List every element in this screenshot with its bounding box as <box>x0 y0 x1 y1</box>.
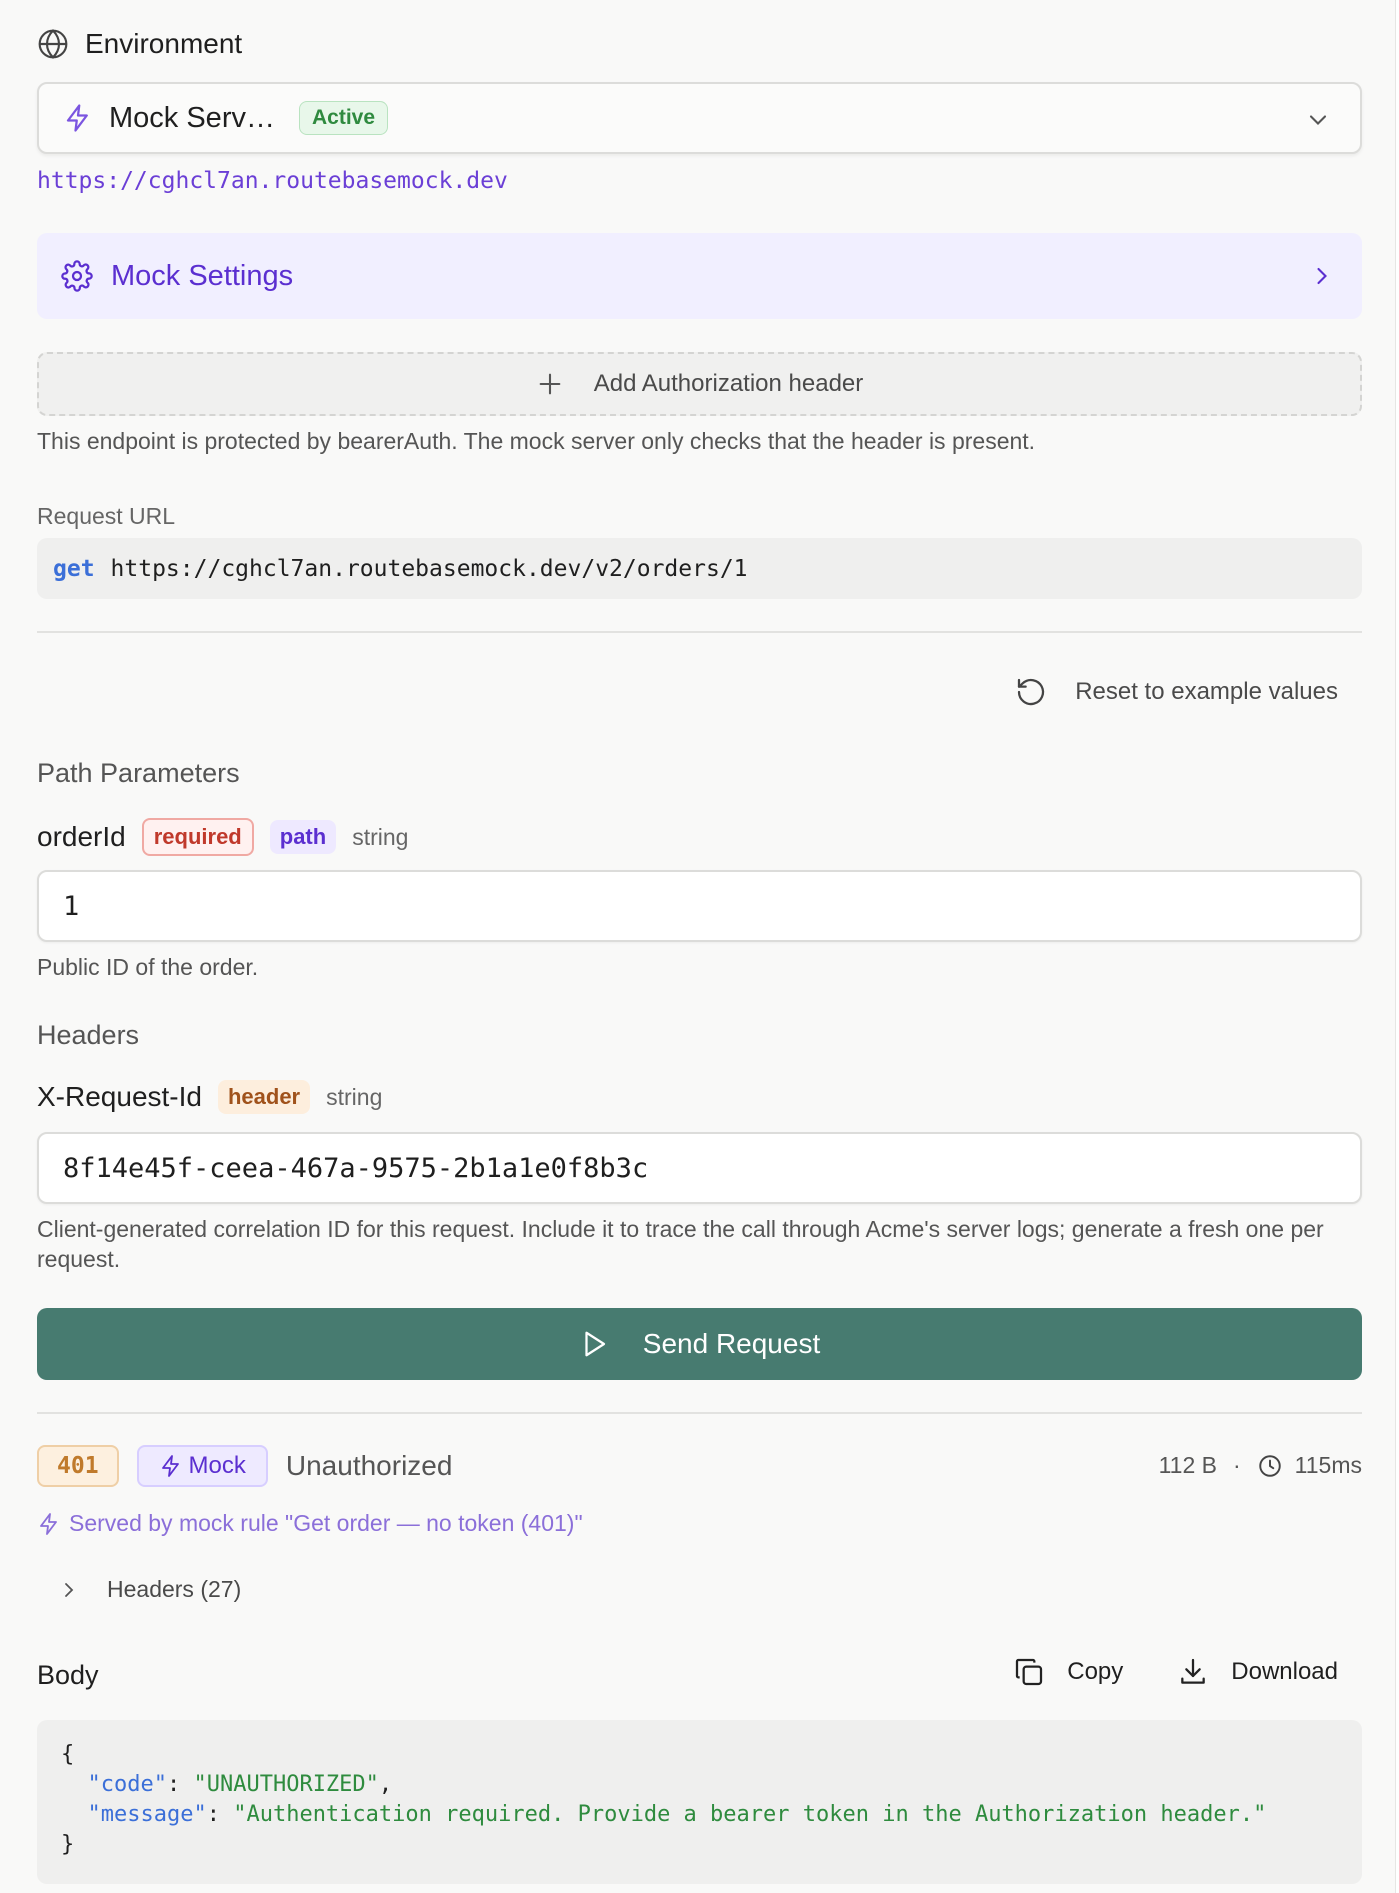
body-title: Body <box>37 1660 99 1690</box>
orderid-description: Public ID of the order. <box>37 954 259 980</box>
mock-badge-label: Mock <box>188 1452 246 1479</box>
headers-title: Headers <box>37 1020 140 1050</box>
body-actions: Copy Download <box>1013 1656 1338 1688</box>
environment-heading: Environment <box>37 28 242 60</box>
orderid-input[interactable]: 1 <box>37 870 1362 942</box>
request-panel: Environment Mock Serv… Active https://cg… <box>0 0 1396 1893</box>
request-url: get https://cghcl7an.routebasemock.dev/v… <box>37 538 1362 599</box>
x-request-id-description: Client-generated correlation ID for this… <box>37 1216 1324 1272</box>
request-url-label: Request URL <box>37 503 176 529</box>
clock-icon <box>1258 1454 1281 1477</box>
plus-icon <box>539 373 561 395</box>
param-name: orderId <box>37 821 126 852</box>
json-value-code: "UNAUTHORIZED" <box>193 1772 379 1797</box>
environment-select[interactable]: Mock Serv… Active <box>37 82 1362 154</box>
json-value-message: "Authentication required. Provide a bear… <box>233 1802 1267 1827</box>
auth-note: This endpoint is protected by bearerAuth… <box>37 428 1036 454</box>
globe-icon <box>38 29 68 59</box>
gear-icon <box>61 260 93 292</box>
mock-settings-label: Mock Settings <box>111 259 294 292</box>
response-body-code: { "code": "UNAUTHORIZED", "message": "Au… <box>37 1720 1362 1884</box>
mock-settings-button[interactable]: Mock Settings <box>37 233 1362 319</box>
status-badge: Active <box>298 101 389 135</box>
x-request-id-input[interactable]: 8f14e45f-ceea-467a-9575-2b1a1e0f8b3c <box>37 1132 1362 1204</box>
param-row-orderid: orderId required path string <box>37 818 408 856</box>
lightning-icon <box>161 1455 179 1477</box>
status-code-badge: 401 <box>37 1445 119 1487</box>
path-parameters-title: Path Parameters <box>37 758 240 788</box>
reset-to-example-button[interactable]: Reset to example values <box>1015 676 1338 708</box>
environment-name: Mock Serv… <box>109 101 275 134</box>
response-meta: 112 B · 115ms <box>1159 1452 1362 1479</box>
chevron-right-icon <box>1317 267 1327 285</box>
param-row-x-request-id: X-Request-Id header string <box>37 1080 382 1114</box>
param-type: string <box>326 1083 383 1110</box>
divider <box>37 1412 1362 1414</box>
request-method: get <box>53 555 95 582</box>
served-by-text: Served by mock rule "Get order — no toke… <box>69 1510 583 1536</box>
lightning-icon <box>40 1512 57 1535</box>
mock-badge: Mock <box>136 1445 268 1487</box>
lightning-icon <box>66 104 88 132</box>
add-authorization-header-button[interactable]: Add Authorization header <box>37 352 1362 416</box>
download-label: Download <box>1231 1658 1338 1685</box>
environment-heading-label: Environment <box>85 28 243 59</box>
chevron-right-icon <box>65 1582 74 1597</box>
json-key-message: "message" <box>87 1802 207 1827</box>
divider <box>37 631 1362 633</box>
response-duration: 115ms <box>1294 1452 1362 1478</box>
reset-label: Reset to example values <box>1075 678 1338 705</box>
served-by-note: Served by mock rule "Get order — no toke… <box>37 1510 583 1537</box>
send-request-label: Send Request <box>642 1328 821 1359</box>
add-authorization-header-label: Add Authorization header <box>593 370 864 397</box>
download-icon <box>1181 1658 1206 1684</box>
send-request-button[interactable]: Send Request <box>37 1308 1362 1380</box>
copy-button[interactable]: Copy <box>1013 1656 1123 1688</box>
header-tag: header <box>217 1080 311 1114</box>
reset-icon <box>1018 678 1045 706</box>
json-key-code: "code" <box>87 1772 167 1797</box>
meta-separator: · <box>1233 1452 1241 1478</box>
param-name: X-Request-Id <box>37 1081 202 1112</box>
response-headers-toggle[interactable]: Headers (27) <box>57 1576 241 1603</box>
json-brace-close: } <box>61 1832 75 1857</box>
status-text: Unauthorized <box>285 1450 453 1481</box>
chevron-down-icon <box>1309 115 1327 125</box>
response-size: 112 B <box>1158 1452 1217 1478</box>
json-brace-open: { <box>61 1742 75 1767</box>
param-type: string <box>352 823 409 850</box>
copy-label: Copy <box>1067 1658 1124 1685</box>
path-tag: path <box>269 820 337 854</box>
download-button[interactable]: Download <box>1177 1656 1338 1688</box>
copy-icon <box>1016 1658 1043 1686</box>
response-headers-label: Headers (27) <box>107 1576 242 1602</box>
request-url-value: https://cghcl7an.routebasemock.dev/v2/or… <box>110 555 748 582</box>
base-url: https://cghcl7an.routebasemock.dev <box>37 168 508 194</box>
response-status-row: 401 Mock Unauthorized <box>37 1445 452 1487</box>
required-tag: required <box>141 818 254 856</box>
play-icon <box>585 1331 605 1357</box>
